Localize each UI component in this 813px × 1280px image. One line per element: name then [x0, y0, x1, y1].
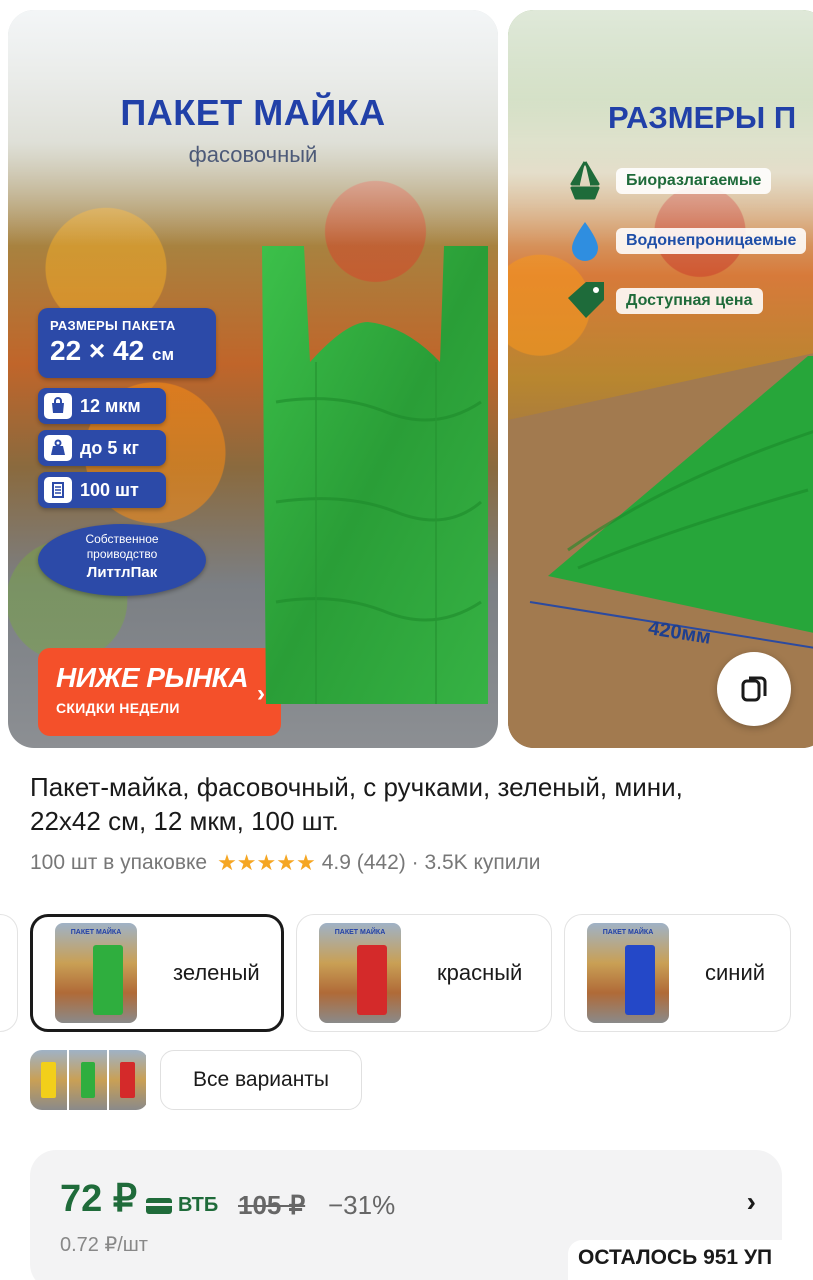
all-variants-button[interactable]: Все варианты: [160, 1050, 362, 1110]
promo-banner[interactable]: НИЖЕ РЫНКА СКИДКИ НЕДЕЛИ ›: [38, 648, 281, 736]
slide-title: ПАКЕТ МАЙКА: [120, 92, 386, 133]
gallery-slide-1[interactable]: ПАКЕТ МАЙКА фасовочный РАЗМЕРЫ ПАКЕТА 22…: [8, 10, 498, 748]
own-production-badge: Собственное проиводство ЛиттлПак: [38, 524, 206, 596]
variant-label: зеленый: [173, 960, 260, 985]
stack-icon: [44, 477, 72, 503]
image-gallery[interactable]: ПАКЕТ МАЙКА фасовочный РАЗМЕРЫ ПАКЕТА 22…: [0, 0, 813, 760]
feature-biodegradable: Биоразлагаемые: [560, 158, 772, 204]
current-price: 72 ₽: [60, 1178, 138, 1220]
product-title: Пакет-майка, фасовочный, с ручками, зеле…: [30, 772, 683, 836]
rating-stars[interactable]: ★★★★★: [217, 850, 316, 876]
green-bag-image: [262, 246, 488, 704]
brand-name: ЛиттлПак: [86, 564, 158, 581]
product-meta: 100 шт в упаковке ★★★★★ 4.9 (442) · 3.5K…: [30, 850, 541, 876]
spec-quantity: 100 шт: [38, 472, 166, 508]
bag-icon: [44, 393, 72, 419]
mini-thumb-green: [69, 1050, 109, 1110]
meta-separator: ·: [411, 851, 419, 874]
slide-title: РАЗМЕРЫ П: [608, 100, 797, 135]
bank-card-icon: [146, 1197, 172, 1214]
slide-subtitle: фасовочный: [188, 142, 318, 167]
variant-green[interactable]: ПАКЕТ МАЙКА зеленый: [30, 914, 284, 1032]
feature-waterproof: Водонепроницаемые: [560, 218, 807, 264]
recycle-icon: [570, 161, 600, 200]
copy-icon: [741, 676, 767, 702]
variant-thumbnail: ПАКЕТ МАЙКА: [319, 923, 401, 1023]
variant-label: красный: [437, 960, 523, 985]
price-tag-icon: [568, 282, 604, 318]
old-price: 105 ₽: [238, 1190, 306, 1220]
variant-red[interactable]: ПАКЕТ МАЙКА красный: [296, 914, 552, 1032]
feature-price: Доступная цена: [560, 278, 763, 324]
variant-card-partial[interactable]: [0, 914, 18, 1032]
mini-thumb-yellow: [30, 1050, 70, 1110]
variant-label: синий: [705, 960, 766, 985]
variant-thumbnail: ПАКЕТ МАЙКА: [587, 923, 669, 1023]
copy-button[interactable]: [717, 652, 791, 726]
size-label: РАЗМЕРЫ ПАКЕТА: [50, 318, 176, 333]
chevron-right-icon[interactable]: ›: [747, 1186, 756, 1218]
weight-icon: [44, 435, 72, 461]
size-badge: РАЗМЕРЫ ПАКЕТА 22 × 42 см: [38, 308, 216, 378]
unit-price: 0.72 ₽/шт: [60, 1234, 148, 1256]
water-drop-icon: [572, 222, 598, 261]
gallery-slide-2[interactable]: РАЗМЕРЫ П Биоразлагаемые Водонепроницаем…: [508, 10, 813, 748]
variant-blue[interactable]: ПАКЕТ МАЙКА синий: [564, 914, 791, 1032]
rating-value[interactable]: 4.9: [322, 851, 351, 875]
pack-info: 100 шт в упаковке: [30, 851, 208, 874]
reviews-count[interactable]: (442): [357, 851, 406, 875]
variants-mini-preview[interactable]: [30, 1050, 148, 1110]
discount-badge: −31%: [328, 1190, 396, 1220]
variant-thumbnail: ПАКЕТ МАЙКА: [55, 923, 137, 1023]
size-value: 22 × 42 см: [50, 335, 175, 366]
bought-count: 3.5K купили: [424, 851, 541, 874]
mini-thumb-red: [108, 1050, 148, 1110]
spec-weight: до 5 кг: [38, 430, 166, 466]
bank-badge: ВТБ: [146, 1194, 218, 1217]
spec-thickness: 12 мкм: [38, 388, 166, 424]
stock-left-label: ОСТАЛОСЬ 951 УП: [568, 1240, 813, 1280]
